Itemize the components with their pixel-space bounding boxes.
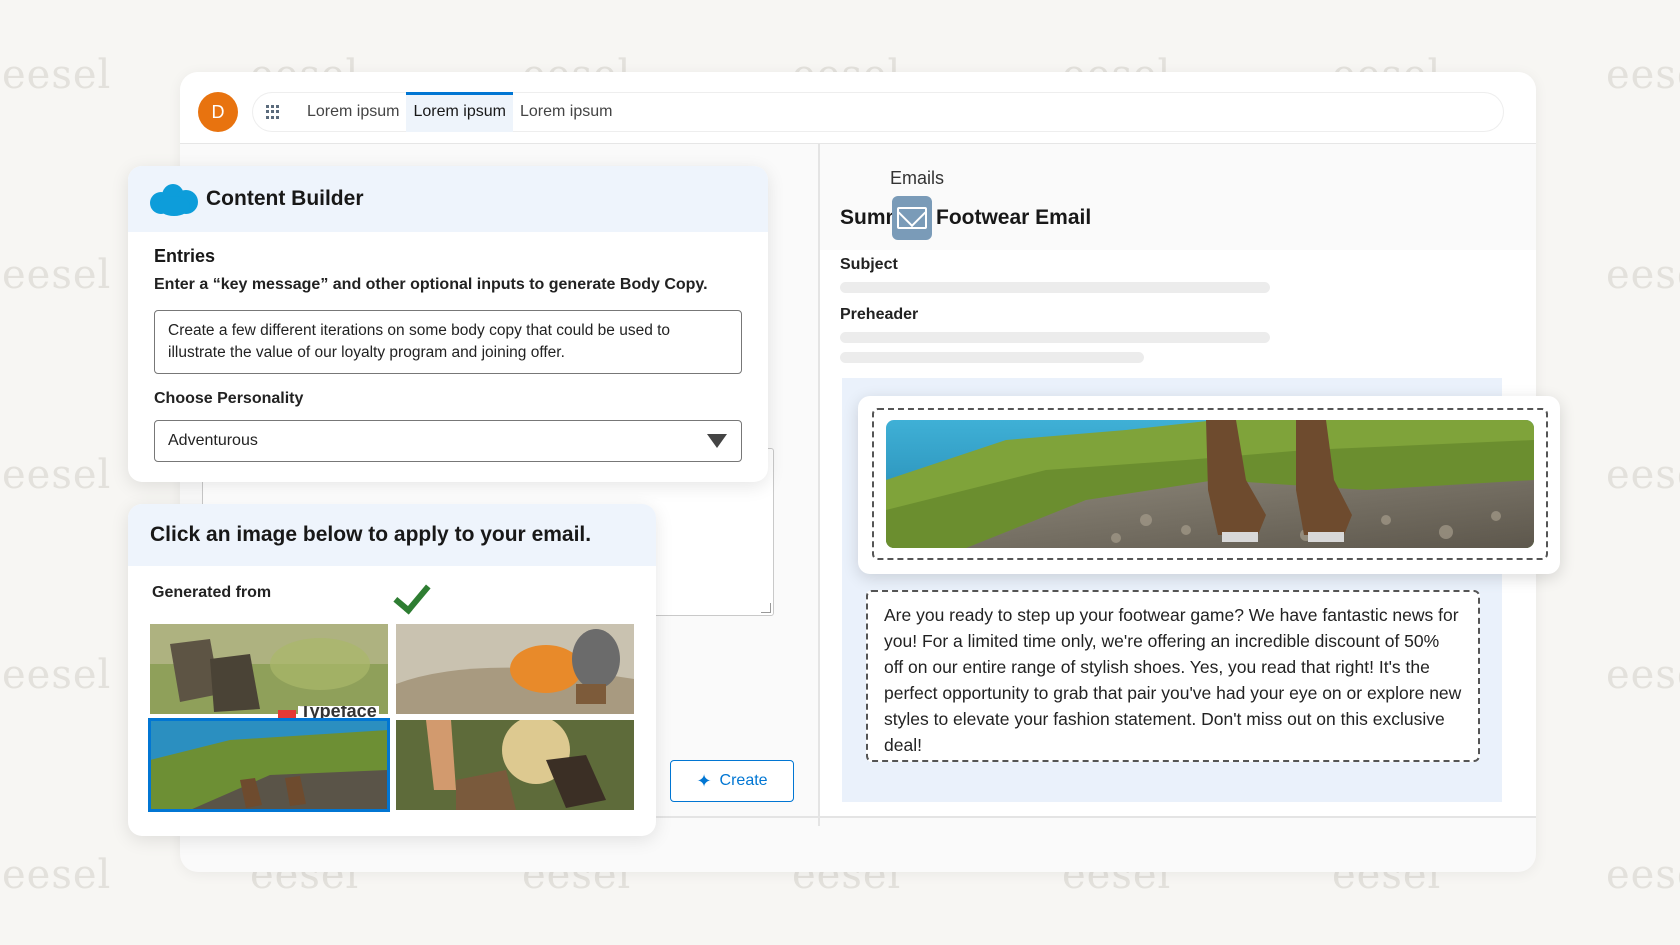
tab-2[interactable]: Lorem ipsum xyxy=(406,92,513,132)
subject-label: Subject xyxy=(840,256,898,273)
subject-placeholder-bar[interactable] xyxy=(840,282,1270,293)
app-launcher-icon[interactable] xyxy=(266,105,280,119)
entries-heading: Entries xyxy=(154,246,216,266)
content-builder-header: Content Builder xyxy=(128,166,768,232)
hero-image-dropzone[interactable] xyxy=(872,408,1548,560)
preheader-label: Preheader xyxy=(840,306,919,323)
breadcrumb[interactable]: Emails xyxy=(890,168,944,189)
hero-image-card[interactable] xyxy=(858,396,1560,574)
watermark-text: eesel xyxy=(2,652,112,698)
hero-image xyxy=(886,420,1534,548)
salesforce-cloud-icon xyxy=(150,182,198,216)
tab-bar: Lorem ipsum Lorem ipsum Lorem ipsum xyxy=(252,92,1504,132)
preheader-placeholder-bar[interactable] xyxy=(840,332,1270,343)
avatar[interactable]: D xyxy=(198,92,238,132)
email-title-prefix: Summ xyxy=(840,206,894,229)
personality-value: Adventurous xyxy=(168,432,258,449)
image-thumb-4[interactable] xyxy=(396,720,634,810)
image-thumb-2[interactable] xyxy=(396,624,634,714)
generated-from-label: Generated from xyxy=(152,584,272,601)
image-picker-panel: Click an image below to apply to your em… xyxy=(128,504,656,836)
entries-help-text: Enter a “key message” and other optional… xyxy=(154,276,708,293)
body-copy-block[interactable]: Are you ready to step up your footwear g… xyxy=(866,590,1480,762)
checkmark-icon xyxy=(393,575,431,615)
content-builder-panel: Content Builder Entries Enter a “key mes… xyxy=(128,166,768,482)
email-title-suffix: Footwear Email xyxy=(936,206,1092,229)
preheader-placeholder-bar-2[interactable] xyxy=(840,352,1144,363)
content-builder-title: Content Builder xyxy=(206,187,364,210)
tab-1[interactable]: Lorem ipsum xyxy=(300,92,406,132)
top-bar: D Lorem ipsum Lorem ipsum Lorem ipsum xyxy=(180,72,1536,144)
watermark-text: eesel xyxy=(2,452,112,498)
create-button-label: Create xyxy=(719,772,768,789)
image-thumb-3-selected[interactable] xyxy=(148,718,390,812)
create-button[interactable]: ✦ Create xyxy=(670,760,794,802)
flag-icon xyxy=(278,710,296,718)
watermark-text: eesel xyxy=(1606,52,1680,98)
personality-label: Choose Personality xyxy=(154,390,304,407)
personality-select[interactable]: Adventurous xyxy=(154,420,742,462)
watermark-text: eesel xyxy=(1606,852,1680,898)
typeface-label: Typeface xyxy=(298,706,379,718)
tab-3[interactable]: Lorem ipsum xyxy=(513,92,619,132)
caret-down-icon[interactable] xyxy=(707,434,727,448)
email-envelope-icon xyxy=(892,196,932,240)
watermark-text: eesel xyxy=(2,52,112,98)
resize-handle-icon[interactable] xyxy=(761,603,771,613)
key-message-input[interactable]: Create a few different iterations on som… xyxy=(154,310,742,374)
email-title: Summ Footwear Email xyxy=(840,206,1091,230)
watermark-text: eesel xyxy=(2,852,112,898)
watermark-text: eesel xyxy=(1606,452,1680,498)
sparkle-icon: ✦ xyxy=(696,770,712,791)
watermark-text: eesel xyxy=(1606,652,1680,698)
image-thumb-1[interactable] xyxy=(150,624,388,714)
watermark-text: eesel xyxy=(1606,252,1680,298)
image-picker-heading: Click an image below to apply to your em… xyxy=(128,504,656,566)
watermark-text: eesel xyxy=(2,252,112,298)
